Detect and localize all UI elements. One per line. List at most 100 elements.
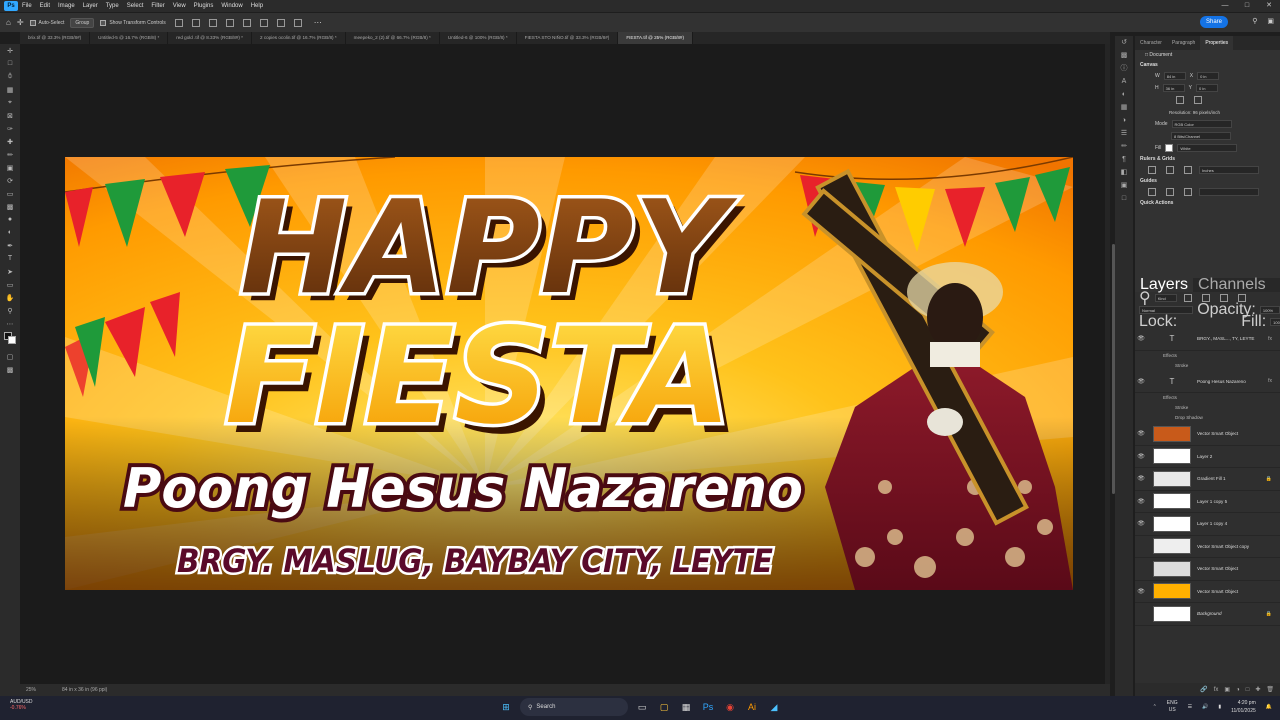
- landscape-icon[interactable]: [1194, 96, 1202, 104]
- history-brush-icon[interactable]: ⟳: [0, 174, 20, 187]
- doc-tab[interactable]: 2 copies ocolin.tif @ 16.7% (RGB/8) *: [252, 32, 346, 44]
- brush-settings-icon[interactable]: ✏: [1115, 140, 1133, 153]
- dodge-tool-icon[interactable]: ◐: [0, 226, 20, 239]
- effect-drop-shadow[interactable]: Drop Shadow: [1135, 413, 1280, 423]
- taskbar-search[interactable]: ⚲ Search: [520, 698, 628, 716]
- layers-icon[interactable]: ◧: [1115, 166, 1133, 179]
- visibility-eye-icon[interactable]: 👁: [1135, 378, 1147, 385]
- grid-icon[interactable]: [1166, 166, 1174, 174]
- align-right-icon[interactable]: [208, 18, 217, 27]
- align-center-icon[interactable]: [191, 18, 200, 27]
- paragraph-icon[interactable]: ¶: [1115, 153, 1133, 166]
- visibility-eye-icon[interactable]: 👁: [1135, 453, 1147, 460]
- battery-icon[interactable]: ▮: [1218, 704, 1221, 710]
- edit-toolbar-icon[interactable]: ⋯: [0, 317, 20, 330]
- tab-channels[interactable]: Channels: [1193, 277, 1271, 293]
- photoshop-taskbar-icon[interactable]: Ps: [700, 699, 716, 715]
- move-tool-icon[interactable]: ✛: [0, 44, 20, 57]
- volume-icon[interactable]: 🔊: [1202, 704, 1208, 710]
- document-size[interactable]: 84 in x 36 in (96 ppi): [62, 687, 107, 693]
- fx-icon[interactable]: fx: [1268, 378, 1272, 384]
- layer-row[interactable]: 👁 Vector Smart Object: [1135, 423, 1280, 446]
- doc-tab[interactable]: Untitled-6 @ 100% (RGB/8) *: [440, 32, 517, 44]
- properties-icon[interactable]: ☰: [1115, 127, 1133, 140]
- new-group-icon[interactable]: □: [1246, 687, 1250, 693]
- tab-properties[interactable]: Properties: [1200, 36, 1234, 50]
- calculator-icon[interactable]: ▦: [678, 699, 694, 715]
- transform-controls[interactable]: Show Transform Controls: [100, 19, 166, 26]
- effect-stroke[interactable]: Stroke: [1135, 403, 1280, 413]
- doc-tab[interactable]: Untitled-5 @ 16.7% (RGB/8) *: [90, 32, 169, 44]
- y-field[interactable]: 0 in: [1195, 84, 1218, 92]
- visibility-eye-icon[interactable]: 👁: [1135, 335, 1147, 342]
- fx-icon[interactable]: fx: [1268, 336, 1272, 342]
- canvas-section-title[interactable]: Canvas: [1135, 60, 1280, 70]
- language-indicator[interactable]: ENG US: [1167, 700, 1178, 714]
- layer-row[interactable]: 👁 T BRGY., MASL..., TY, LEYTE fx: [1135, 328, 1280, 351]
- layer-row[interactable]: 👁 Layer 2: [1135, 446, 1280, 468]
- menu-file[interactable]: File: [18, 3, 36, 9]
- guide-layout-icon[interactable]: [1166, 188, 1174, 196]
- share-button[interactable]: Share: [1199, 16, 1228, 28]
- menu-filter[interactable]: Filter: [147, 3, 168, 9]
- illustrator-icon[interactable]: Ai: [744, 699, 760, 715]
- tab-paragraph[interactable]: Paragraph: [1167, 36, 1200, 50]
- menu-help[interactable]: Help: [247, 3, 267, 9]
- menu-type[interactable]: Type: [102, 3, 123, 9]
- visibility-eye-icon[interactable]: 👁: [1135, 520, 1147, 527]
- type-tool-icon[interactable]: T: [0, 252, 20, 265]
- info-icon[interactable]: ⓘ: [1115, 62, 1133, 75]
- menu-window[interactable]: Window: [217, 3, 246, 9]
- quick-actions-title[interactable]: Quick Actions: [1135, 198, 1280, 208]
- layer-row[interactable]: 👁 Vector Smart Object: [1135, 581, 1280, 603]
- guide-lock-icon[interactable]: [1184, 188, 1192, 196]
- stamp-tool-icon[interactable]: ▣: [0, 161, 20, 174]
- auto-select-checkbox[interactable]: [29, 19, 36, 26]
- effects-row[interactable]: Effects: [1135, 351, 1280, 361]
- visibility-eye-icon[interactable]: 👁: [1135, 430, 1147, 437]
- delete-layer-icon[interactable]: 🗑: [1266, 686, 1274, 693]
- layer-row[interactable]: Vector Smart Object copy: [1135, 536, 1280, 558]
- menu-view[interactable]: View: [169, 3, 190, 9]
- distribute-vertical-icon[interactable]: [293, 18, 302, 27]
- pixel-grid-icon[interactable]: [1184, 166, 1192, 174]
- windows-start-icon[interactable]: ⊞: [498, 699, 514, 715]
- fill-swatch[interactable]: [1165, 144, 1174, 152]
- object-select-tool-icon[interactable]: ▦: [0, 83, 20, 96]
- ruler-icon[interactable]: [1148, 166, 1156, 174]
- bits-dropdown[interactable]: 8 Bits/Channel: [1171, 132, 1231, 140]
- lasso-tool-icon[interactable]: ⦽: [0, 70, 20, 83]
- menu-select[interactable]: Select: [123, 3, 148, 9]
- color-swatches[interactable]: [0, 330, 20, 350]
- rectangle-tool-icon[interactable]: ▭: [0, 278, 20, 291]
- add-style-icon[interactable]: fx: [1214, 687, 1219, 693]
- height-field[interactable]: 36 in: [1162, 84, 1185, 92]
- fill-field[interactable]: 100%: [1270, 318, 1280, 326]
- zoom-tool-icon[interactable]: ⚲: [0, 304, 20, 317]
- move-tool-icon[interactable]: ✛: [17, 18, 24, 27]
- add-mask-icon[interactable]: ▣: [1224, 686, 1230, 693]
- eyedropper-tool-icon[interactable]: ✑: [0, 122, 20, 135]
- align-left-icon[interactable]: [174, 18, 183, 27]
- doc-tab[interactable]: meepeko_2 (2).tif @ 66.7% (RGB/8) *: [346, 32, 440, 44]
- fill-dropdown[interactable]: White: [1177, 144, 1238, 152]
- align-bottom-icon[interactable]: [276, 18, 285, 27]
- channels-icon[interactable]: ▣: [1115, 179, 1133, 192]
- x-field[interactable]: 0 in: [1197, 72, 1220, 80]
- menu-edit[interactable]: Edit: [36, 3, 54, 9]
- maximize-icon[interactable]: □: [1236, 0, 1258, 12]
- libraries-icon[interactable]: ▩: [1115, 49, 1133, 62]
- visibility-eye-icon[interactable]: 👁: [1135, 588, 1147, 595]
- character-icon[interactable]: A: [1115, 75, 1133, 88]
- brush-tool-icon[interactable]: ✏: [0, 148, 20, 161]
- menu-image[interactable]: Image: [54, 3, 79, 9]
- auto-select[interactable]: Auto-Select: [29, 19, 64, 26]
- units-dropdown[interactable]: Inches: [1199, 166, 1259, 174]
- menu-plugins[interactable]: Plugins: [190, 3, 218, 9]
- portrait-icon[interactable]: [1176, 96, 1184, 104]
- adjustments-icon[interactable]: ◑: [1115, 114, 1133, 127]
- hand-tool-icon[interactable]: ✋: [0, 291, 20, 304]
- doc-tab[interactable]: brix.tif @ 33.3% (RGB/8#): [20, 32, 91, 44]
- search-icon[interactable]: ⚲: [1252, 17, 1257, 25]
- app-icon[interactable]: ◢: [766, 699, 782, 715]
